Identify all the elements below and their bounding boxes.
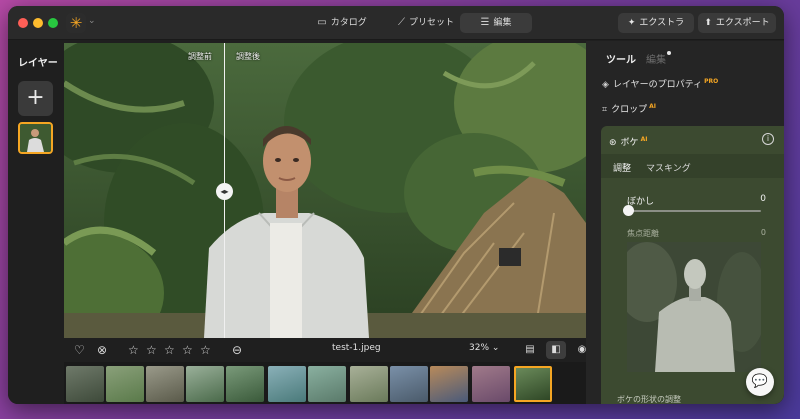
focus-distance-value[interactable]: 0 [761,228,766,237]
tab-edit[interactable]: ☰ 編集 [460,13,532,33]
filmstrip-thumb[interactable] [66,366,104,402]
filmstrip-thumb[interactable] [390,366,428,402]
filmstrip-thumb[interactable] [350,366,388,402]
blur-slider-track[interactable] [628,210,761,212]
blur-slider-knob[interactable] [623,205,634,216]
tab-catalog-label: カタログ [330,18,367,28]
tab-edit-history[interactable]: 編集 [646,51,666,66]
star-3-icon[interactable]: ☆ [164,342,175,358]
zoom-level[interactable]: 32% ⌄ [469,343,499,353]
chevron-down-icon[interactable]: ⌄ [88,16,96,26]
tab-catalog[interactable]: ▭ カタログ [308,13,376,33]
filmstrip-thumb-selected[interactable] [514,366,552,402]
before-label: 調整前 [188,52,212,61]
tab-tools[interactable]: ツール [606,51,636,66]
titlebar: ✳ ⌄ ▭ カタログ ⟋ プリセット ☰ 編集 ✦ エクストラ ⬆ エクスポート [8,6,784,40]
tools-panel: ツール 編集 ◈ レイヤーのプロパティ PRO ⌗ クロップ AI ⊛ ボケ AI i 調整… [586,41,784,404]
tab-presets-label: プリセット [408,18,454,28]
app-logo-icon[interactable]: ✳ [66,13,86,33]
extras-button[interactable]: ✦ エクストラ [618,13,694,33]
layers-panel: レイヤー + [8,41,64,404]
filmstrip-thumb[interactable] [186,366,224,402]
zoom-value: 32% [469,343,490,353]
star-2-icon[interactable]: ☆ [146,342,157,358]
more-options-icon[interactable]: ⊖ [232,342,242,358]
export-button[interactable]: ⬆ エクスポート [698,13,776,33]
subtab-masking[interactable]: マスキング [646,161,691,174]
layers-title: レイヤー [18,58,58,69]
after-label: 調整後 [236,52,260,61]
crop-item[interactable]: ⌗ クロップ AI [602,102,656,115]
compare-view-icon[interactable]: ◧ [546,341,566,359]
info-icon[interactable]: i [762,133,774,145]
layer-properties-item[interactable]: ◈ レイヤーのプロパティ PRO [602,77,718,90]
pro-badge: PRO [704,78,719,85]
bokeh-subtabs: 調整 マスキング [601,154,784,178]
chat-bubble-icon: 💬 [751,374,769,389]
bottom-toolbar: ♡ ⊗ ☆ ☆ ☆ ☆ ☆ ⊖ test-1.jpeg 32% ⌄ ▤ ◧ ◉ [64,338,586,362]
app-window: ✳ ⌄ ▭ カタログ ⟋ プリセット ☰ 編集 ✦ エクストラ ⬆ エクスポート レイヤー… [8,6,784,404]
filmstrip [64,362,586,404]
filmstrip-thumb[interactable] [226,366,264,402]
star-1-icon[interactable]: ☆ [128,342,139,358]
add-layer-button[interactable]: + [18,81,53,116]
compare-split-handle[interactable]: ◂▸ [216,183,233,200]
chevron-down-icon: ⌄ [491,343,500,353]
filmstrip-thumb[interactable] [472,366,510,402]
star-5-icon[interactable]: ☆ [200,342,211,358]
ai-badge: AI [640,136,648,143]
layers-icon: ◈ [602,80,609,90]
depth-map-preview [627,242,761,372]
close-window-button[interactable] [18,18,28,28]
ai-badge: AI [649,103,656,110]
crop-icon: ⌗ [602,105,608,115]
export-label: エクスポート [715,18,770,28]
layer-properties-label: レイヤーのプロパティ [612,80,703,90]
filmstrip-thumb[interactable] [106,366,144,402]
reject-icon[interactable]: ⊗ [97,342,107,358]
zoom-window-button[interactable] [48,18,58,28]
layer-thumbnail[interactable] [18,122,53,154]
extras-label: エクストラ [639,18,685,28]
bokeh-shape-adjust-label[interactable]: ボケの形状の調整 [617,394,681,404]
sparkle-wand-icon: ⟋ [397,17,405,28]
chat-support-button[interactable]: 💬 [746,368,774,396]
subtab-adjust[interactable]: 調整 [613,161,631,174]
crop-label: クロップ [611,105,648,115]
file-name: test-1.jpeg [332,343,381,353]
minimize-window-button[interactable] [33,18,43,28]
bokeh-tool-card: ⊛ ボケ AI i 調整 マスキング ぼかし 0 焦点距離 0 ボケの形状の調整 [601,126,784,404]
bokeh-header[interactable]: ⊛ ボケ AI [609,135,647,148]
tab-edit-label: 編集 [493,18,512,28]
heart-icon[interactable]: ♡ [74,342,85,358]
depth-map-image [627,242,761,372]
layer-thumbnail-image [20,124,51,152]
bokeh-title: ボケ [620,138,639,148]
folder-icon: ▭ [317,17,327,28]
photo-image [64,43,586,338]
star-4-icon[interactable]: ☆ [182,342,193,358]
filmstrip-thumb[interactable] [146,366,184,402]
filmstrip-thumb[interactable] [268,366,306,402]
filmstrip-toggle-icon[interactable]: ▤ [520,341,540,359]
sliders-icon: ☰ [480,17,490,28]
export-arrow-icon: ⬆ [704,18,712,28]
filmstrip-thumb[interactable] [430,366,468,402]
photo-canvas[interactable]: 調整前 調整後 ◂▸ [64,43,586,338]
focus-distance-label: 焦点距離 [627,229,659,238]
blur-value[interactable]: 0 [760,194,766,204]
aperture-icon: ⊛ [609,138,617,148]
notification-dot [667,51,671,55]
tab-presets[interactable]: ⟋ プリセット [391,13,461,33]
sparkle-icon: ✦ [627,18,636,28]
filmstrip-thumb[interactable] [308,366,346,402]
